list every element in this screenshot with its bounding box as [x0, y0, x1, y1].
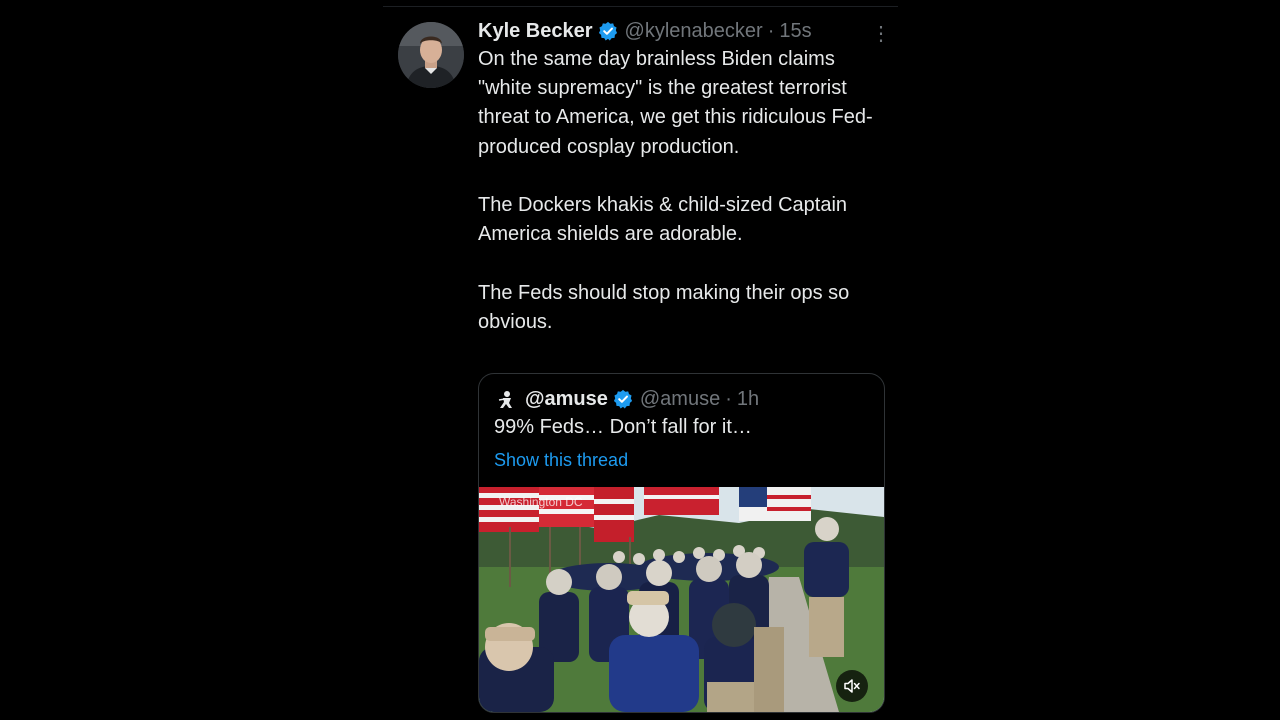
quoted-tweet-text: 99% Feds… Don’t fall for it…	[494, 416, 752, 438]
author-name[interactable]: Kyle Becker	[478, 20, 593, 43]
quoted-tweet-header: @amuse @amuse · 1h	[495, 386, 759, 412]
timeline-column: Kyle Becker @kylenabecker · 15s ⋮ On the…	[383, 0, 898, 720]
author-handle[interactable]: @kylenabecker	[625, 20, 763, 43]
quoted-author-avatar	[495, 388, 517, 410]
quoted-tweet-video[interactable]: Washington DC	[479, 487, 884, 712]
tweet-text: On the same day brainless Biden claims "…	[478, 45, 888, 337]
show-thread-link[interactable]: Show this thread	[494, 450, 628, 471]
tweet-paragraph: The Dockers khakis & child-sized Captain…	[478, 194, 848, 246]
quoted-author-name[interactable]: @amuse	[525, 388, 608, 411]
tweet-header: Kyle Becker @kylenabecker · 15s	[478, 17, 888, 45]
mute-button[interactable]	[836, 670, 868, 702]
author-avatar[interactable]	[398, 22, 464, 88]
verified-badge-icon	[613, 389, 633, 409]
tweet-timestamp[interactable]: 15s	[779, 20, 811, 43]
tweet-paragraph: The Feds should stop making their ops so…	[478, 281, 850, 333]
quoted-tweet-timestamp[interactable]: 1h	[737, 388, 759, 411]
separator-dot: ·	[725, 387, 732, 410]
speaker-muted-icon	[843, 677, 861, 695]
video-watermark: Washington DC	[499, 495, 583, 509]
quoted-tweet-card[interactable]: @amuse @amuse · 1h 99% Feds… Don’t fall …	[478, 373, 885, 713]
tweet-paragraph: On the same day brainless Biden claims "…	[478, 48, 873, 158]
more-options-icon[interactable]: ⋮	[871, 24, 891, 44]
divider	[383, 6, 898, 7]
screen: Kyle Becker @kylenabecker · 15s ⋮ On the…	[0, 0, 1280, 720]
separator-dot: ·	[767, 19, 775, 42]
verified-badge-icon	[598, 21, 618, 41]
quoted-author-handle[interactable]: @amuse	[640, 388, 720, 411]
